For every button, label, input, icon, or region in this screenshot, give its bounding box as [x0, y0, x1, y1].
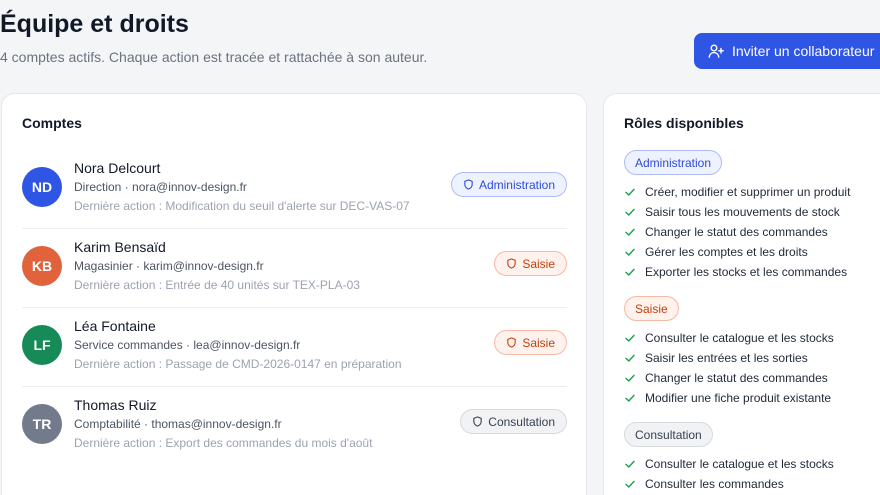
role-badge-label: Administration	[478, 177, 555, 192]
account-last-action: Dernière action : Entrée de 40 unités su…	[74, 278, 360, 292]
role-badge-consultation[interactable]: Consultation	[460, 409, 567, 434]
account-name: Nora Delcourt	[74, 160, 161, 176]
permission-label: Changer le statut des commandes	[645, 371, 828, 385]
permission-item: Gérer les comptes et les droits	[624, 242, 808, 262]
permission-item: Exporter les stocks et les commandes	[624, 262, 847, 282]
account-name: Karim Bensaïd	[74, 239, 166, 255]
permission-item: Modifier une fiche produit existante	[624, 388, 831, 408]
invite-button-label: Inviter un collaborateur	[732, 43, 875, 59]
avatar: ND	[22, 167, 62, 207]
roles-card: Rôles disponibles Administration Créer, m…	[603, 93, 880, 495]
account-row[interactable]: ND Nora Delcourt Direction · nora@innov-…	[22, 150, 567, 229]
permission-item: Consulter le catalogue et les stocks	[624, 454, 834, 474]
permission-label: Exporter les stocks et les commandes	[645, 265, 848, 279]
roles-title: Rôles disponibles	[624, 115, 744, 131]
role-badge-label: Saisie	[522, 335, 555, 350]
check-icon	[624, 372, 636, 384]
check-icon	[624, 458, 636, 470]
account-meta: Magasinier · karim@innov-design.fr	[74, 259, 264, 273]
role-pill-saisie: Saisie	[624, 296, 679, 321]
permission-item: Consulter le catalogue et les stocks	[624, 328, 834, 348]
check-icon	[624, 226, 636, 238]
permission-item: Créer, modifier et supprimer un produit	[624, 182, 850, 202]
account-name: Léa Fontaine	[74, 318, 156, 334]
account-name: Thomas Ruiz	[74, 397, 157, 413]
permission-label: Gérer les comptes et les droits	[645, 245, 808, 259]
account-meta: Service commandes · lea@innov-design.fr	[74, 338, 301, 352]
invite-collaborator-button[interactable]: Inviter un collaborateur	[694, 33, 880, 69]
permission-label: Saisir les entrées et les sorties	[645, 351, 808, 365]
page-title: Équipe et droits	[0, 10, 189, 38]
account-row[interactable]: TR Thomas Ruiz Comptabilité · thomas@inn…	[22, 387, 567, 466]
shield-icon	[463, 179, 474, 190]
account-last-action: Dernière action : Passage de CMD-2026-01…	[74, 357, 402, 371]
check-icon	[624, 206, 636, 218]
account-row[interactable]: KB Karim Bensaïd Magasinier · karim@inno…	[22, 229, 567, 308]
permission-label: Saisir tous les mouvements de stock	[645, 205, 840, 219]
account-last-action: Dernière action : Export des commandes d…	[74, 436, 373, 450]
account-meta: Direction · nora@innov-design.fr	[74, 180, 247, 194]
accounts-title: Comptes	[22, 115, 82, 131]
permission-label: Modifier une fiche produit existante	[645, 391, 832, 405]
check-icon	[624, 246, 636, 258]
permission-item: Changer le statut des commandes	[624, 368, 828, 388]
permission-label: Consulter les commandes	[645, 477, 784, 491]
role-badge-label: Saisie	[522, 256, 555, 271]
permission-label: Créer, modifier et supprimer un produit	[645, 185, 851, 199]
role-badge-administration[interactable]: Administration	[450, 172, 567, 197]
check-icon	[624, 332, 636, 344]
account-meta: Comptabilité · thomas@innov-design.fr	[74, 417, 282, 431]
shield-icon	[472, 416, 483, 427]
account-row[interactable]: LF Léa Fontaine Service commandes · lea@…	[22, 308, 567, 387]
role-pill-administration: Administration	[624, 150, 723, 175]
check-icon	[624, 186, 636, 198]
role-badge-label: Consultation	[488, 414, 555, 429]
permission-label: Changer le statut des commandes	[645, 225, 828, 239]
shield-icon	[506, 258, 517, 269]
check-icon	[624, 392, 636, 404]
add-user-icon	[708, 43, 724, 59]
role-badge-saisie[interactable]: Saisie	[494, 251, 567, 276]
avatar: TR	[22, 404, 62, 444]
check-icon	[624, 266, 636, 278]
shield-icon	[506, 337, 517, 348]
role-pill-consultation: Consultation	[624, 422, 713, 447]
account-last-action: Dernière action : Modification du seuil …	[74, 199, 410, 213]
permission-item: Changer le statut des commandes	[624, 222, 828, 242]
permission-label: Consulter le catalogue et les stocks	[645, 457, 834, 471]
page-subtitle: 4 comptes actifs. Chaque action est trac…	[0, 49, 428, 65]
role-badge-saisie[interactable]: Saisie	[494, 330, 567, 355]
check-icon	[624, 478, 636, 490]
avatar: KB	[22, 246, 62, 286]
check-icon	[624, 352, 636, 364]
permission-item: Saisir les entrées et les sorties	[624, 348, 808, 368]
permission-item: Consulter les commandes	[624, 474, 784, 494]
accounts-card: Comptes ND Nora Delcourt Direction · nor…	[1, 93, 587, 495]
permission-label: Consulter le catalogue et les stocks	[645, 331, 834, 345]
avatar: LF	[22, 325, 62, 365]
permission-item: Saisir tous les mouvements de stock	[624, 202, 840, 222]
